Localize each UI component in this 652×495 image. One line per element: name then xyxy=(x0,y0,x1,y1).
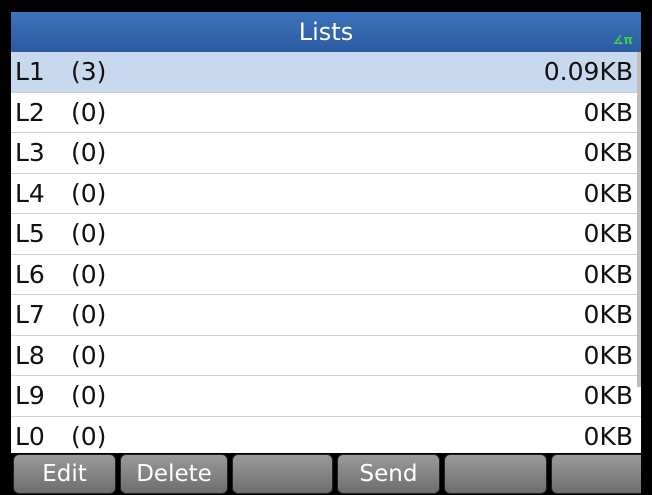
list-name: L2 xyxy=(15,97,45,127)
list-name: L7 xyxy=(15,300,45,329)
list-item-l7[interactable]: L7 (0) 0KB xyxy=(11,295,641,336)
list-name: L5 xyxy=(15,219,45,248)
list-size: 0KB xyxy=(583,300,633,329)
list-item-l5[interactable]: L5 (0) 0KB xyxy=(11,214,641,255)
list-count: (0) xyxy=(71,381,107,410)
list-name: L8 xyxy=(15,340,45,370)
list-item-l9[interactable]: L9 (0) 0KB xyxy=(11,376,641,417)
list-item-l2[interactable]: L2 (0) 0KB xyxy=(11,93,641,133)
list-count: (0) xyxy=(71,300,107,329)
title-bar: Lists ∡π xyxy=(11,12,641,52)
softkey-5-button[interactable] xyxy=(444,454,547,494)
angle-radians-icon: ∡π xyxy=(612,33,633,47)
page-title: Lists xyxy=(298,18,354,46)
softkey-6-button[interactable] xyxy=(551,454,641,494)
list-count: (0) xyxy=(71,138,107,167)
list-name: L0 xyxy=(15,421,45,451)
lists-catalog: L1 (3) 0.09KB L2 (0) 0KB L3 (0) 0KB L4 (… xyxy=(11,52,641,452)
list-count: (0) xyxy=(71,340,107,370)
list-item-l6[interactable]: L6 (0) 0KB xyxy=(11,255,641,295)
list-count: (0) xyxy=(71,259,107,289)
list-name: L1 xyxy=(15,57,45,86)
list-count: (0) xyxy=(71,421,107,451)
list-size: 0KB xyxy=(583,340,633,370)
screen: Lists ∡π L1 (3) 0.09KB L2 (0) 0KB L3 (0)… xyxy=(0,0,652,495)
app-window: Lists ∡π L1 (3) 0.09KB L2 (0) 0KB L3 (0)… xyxy=(11,12,641,495)
list-name: L4 xyxy=(15,178,45,208)
list-item-l0[interactable]: L0 (0) 0KB xyxy=(11,417,641,453)
list-item-l8[interactable]: L8 (0) 0KB xyxy=(11,336,641,376)
send-button[interactable]: Send xyxy=(337,454,440,494)
list-item-l4[interactable]: L4 (0) 0KB xyxy=(11,174,641,214)
delete-button[interactable]: Delete xyxy=(120,454,228,494)
list-size: 0KB xyxy=(583,219,633,248)
list-size: 0KB xyxy=(583,178,633,208)
list-item-l3[interactable]: L3 (0) 0KB xyxy=(11,133,641,174)
list-size: 0KB xyxy=(583,381,633,410)
list-count: (0) xyxy=(71,178,107,208)
list-count: (3) xyxy=(71,57,107,86)
list-name: L9 xyxy=(15,381,45,410)
softkey-bar: Edit Delete Send xyxy=(11,453,641,495)
list-count: (0) xyxy=(71,97,107,127)
list-size: 0KB xyxy=(583,259,633,289)
edit-button[interactable]: Edit xyxy=(13,454,116,494)
list-name: L6 xyxy=(15,259,45,289)
list-size: 0.09KB xyxy=(543,57,633,86)
list-count: (0) xyxy=(71,219,107,248)
list-size: 0KB xyxy=(583,97,633,127)
scrollbar[interactable] xyxy=(637,52,641,387)
list-size: 0KB xyxy=(583,421,633,451)
softkey-3-button[interactable] xyxy=(232,454,333,494)
scrollbar-thumb[interactable] xyxy=(637,52,641,387)
list-item-l1[interactable]: L1 (3) 0.09KB xyxy=(11,52,641,93)
list-size: 0KB xyxy=(583,138,633,167)
list-name: L3 xyxy=(15,138,45,167)
